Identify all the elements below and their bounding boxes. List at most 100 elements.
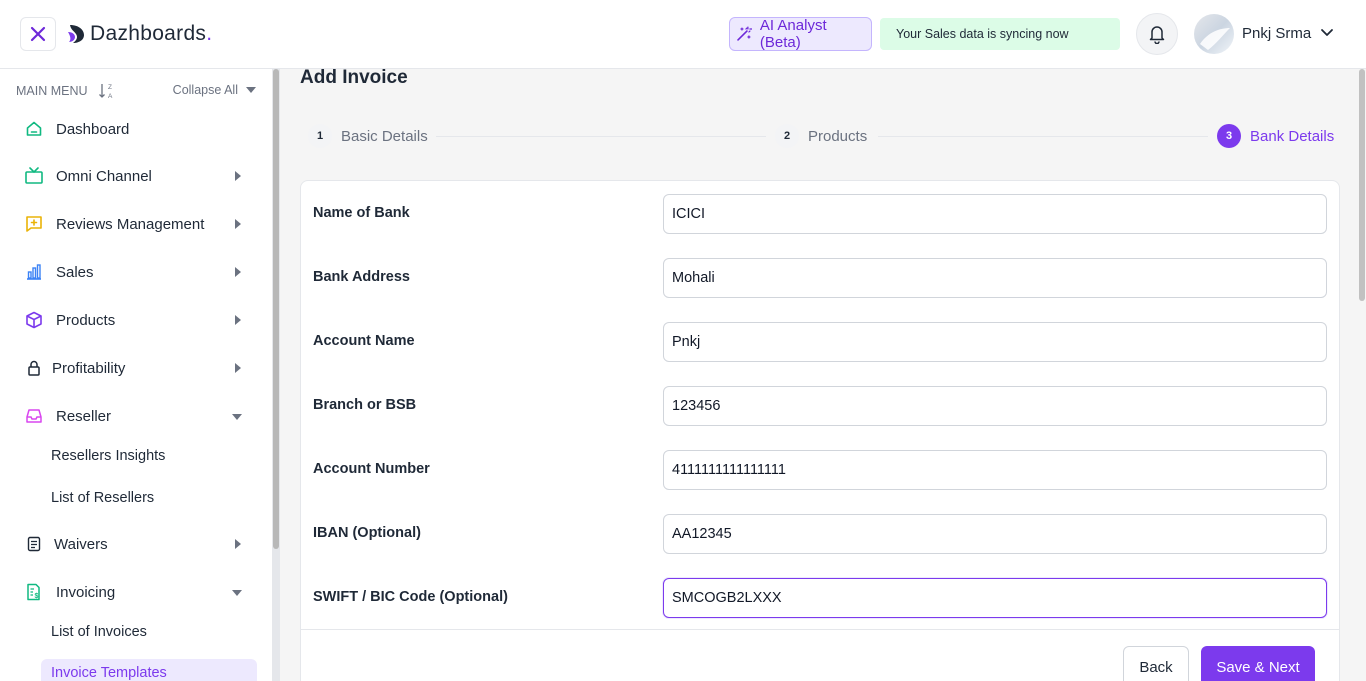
box-icon: [22, 308, 46, 332]
brand-dot: .: [206, 22, 213, 45]
avatar[interactable]: [1194, 14, 1234, 54]
branch-bsb-input[interactable]: [663, 386, 1327, 426]
form-row-branch-bsb: Branch or BSB: [301, 373, 1341, 437]
chevron-down-icon[interactable]: [1320, 26, 1334, 40]
sidebar-subitem-label: Invoice Templates: [51, 665, 167, 681]
back-button[interactable]: Back: [1123, 646, 1189, 681]
sidebar-item-label: Sales: [56, 263, 94, 281]
field-label: Account Number: [313, 461, 430, 477]
sidebar-item-label: Products: [56, 311, 116, 329]
form-row-iban: IBAN (Optional): [301, 501, 1341, 565]
page-scrollbar[interactable]: [1358, 69, 1366, 681]
sidebar-subitem-resellers-insights[interactable]: Resellers Insights: [51, 448, 165, 464]
top-bar: Dazhboards. AI Analyst (Beta) Your Sales…: [0, 0, 1366, 69]
step-number: 1: [308, 124, 332, 148]
bank-details-form: Name of Bank Bank Address Account Name B…: [300, 180, 1340, 681]
caret-down-icon: [232, 590, 242, 596]
close-icon: [30, 26, 46, 42]
sidebar-item-label: Profitability: [52, 359, 126, 377]
tv-icon: [22, 164, 46, 188]
inbox-icon: [22, 404, 46, 428]
sidebar-item-products[interactable]: Products: [16, 300, 256, 340]
step-label: Products: [808, 127, 868, 145]
caret-right-icon: [235, 315, 241, 325]
document-icon: [22, 532, 46, 556]
collapse-all-label: Collapse All: [172, 83, 238, 97]
logo-icon: [68, 25, 84, 43]
main-menu-label: MAIN MENU: [16, 84, 88, 98]
notifications-button[interactable]: [1136, 13, 1178, 55]
sidebar-item-label: Reseller: [56, 407, 112, 425]
user-name[interactable]: Pnkj Srma: [1242, 25, 1311, 42]
step-label: Bank Details: [1250, 127, 1335, 145]
sidebar-item-sales[interactable]: Sales: [16, 252, 256, 292]
bank-name-input[interactable]: [663, 194, 1327, 234]
svg-text:A: A: [108, 93, 113, 100]
caret-down-icon: [232, 414, 242, 420]
svg-text:Z: Z: [108, 84, 112, 91]
sidebar-item-label: Waivers: [54, 535, 108, 553]
swift-bic-input[interactable]: [663, 578, 1327, 618]
home-icon: [22, 117, 46, 141]
sidebar-item-label: Reviews Management: [56, 215, 205, 233]
caret-right-icon: [235, 267, 241, 277]
iban-input[interactable]: [663, 514, 1327, 554]
caret-right-icon: [235, 539, 241, 549]
sidebar-subitem-invoice-templates[interactable]: Invoice Templates: [41, 659, 257, 681]
form-row-swift-bic: SWIFT / BIC Code (Optional): [301, 565, 1341, 629]
form-row-bank-name: Name of Bank: [301, 181, 1341, 245]
sidebar-item-reseller[interactable]: Reseller: [16, 396, 256, 436]
sidebar-subitem-list-of-invoices[interactable]: List of Invoices: [51, 624, 147, 640]
field-label: Name of Bank: [313, 205, 410, 221]
sidebar: MAIN MENU ZA Collapse All Dashboard Omni…: [0, 69, 272, 681]
sidebar-scrollbar-thumb[interactable]: [273, 69, 279, 549]
field-label: SWIFT / BIC Code (Optional): [313, 589, 508, 605]
save-next-button[interactable]: Save & Next: [1201, 646, 1315, 681]
step-number: 3: [1217, 124, 1241, 148]
field-label: Account Name: [313, 333, 415, 349]
lock-icon: [22, 356, 46, 380]
caret-down-icon: [246, 87, 256, 93]
stepper-connector: [878, 136, 1208, 137]
close-sidebar-button[interactable]: [20, 17, 56, 51]
collapse-all-button[interactable]: Collapse All: [173, 83, 256, 97]
ai-analyst-label: AI Analyst (Beta): [759, 17, 827, 51]
account-name-input[interactable]: [663, 322, 1327, 362]
brand-logo[interactable]: Dazhboards.: [66, 22, 212, 46]
bank-address-input[interactable]: [663, 258, 1327, 298]
form-row-account-number: Account Number: [301, 437, 1341, 501]
sidebar-item-dashboard[interactable]: Dashboard: [16, 109, 256, 149]
page-title: Add Invoice: [300, 67, 408, 88]
caret-right-icon: [235, 219, 241, 229]
sidebar-item-invoicing[interactable]: $ Invoicing: [16, 572, 256, 612]
account-number-input[interactable]: [663, 450, 1327, 490]
step-number: 2: [775, 124, 799, 148]
field-label: Bank Address: [313, 269, 410, 285]
stepper-connector: [436, 136, 766, 137]
sidebar-subitem-list-of-resellers[interactable]: List of Resellers: [51, 490, 154, 506]
form-row-account-name: Account Name: [301, 309, 1341, 373]
magic-wand-icon: [737, 26, 752, 41]
caret-right-icon: [235, 171, 241, 181]
page-scrollbar-thumb[interactable]: [1359, 69, 1365, 301]
form-divider: [301, 629, 1339, 630]
bar-chart-icon: [22, 260, 46, 284]
sidebar-item-label: Dashboard: [56, 120, 130, 138]
sidebar-item-reviews-management[interactable]: Reviews Management: [16, 204, 256, 244]
sidebar-item-omni-channel[interactable]: Omni Channel: [16, 156, 256, 196]
brand-name: Dazhboards: [90, 22, 207, 45]
step-label: Basic Details: [341, 127, 428, 145]
sync-status-text: Your Sales data is syncing now: [896, 27, 1069, 41]
ai-analyst-button[interactable]: AI Analyst (Beta): [729, 17, 872, 51]
svg-text:$: $: [35, 593, 39, 600]
step-bank-details[interactable]: 3 Bank Details: [1217, 124, 1334, 148]
sidebar-item-profitability[interactable]: Profitability: [16, 348, 256, 388]
sort-az-icon[interactable]: ZA: [98, 82, 116, 100]
step-products[interactable]: 2 Products: [775, 124, 867, 148]
field-label: Branch or BSB: [313, 397, 417, 413]
sidebar-item-waivers[interactable]: Waivers: [16, 524, 256, 564]
invoice-icon: $: [22, 580, 46, 604]
step-basic-details[interactable]: 1 Basic Details: [308, 124, 428, 148]
sidebar-item-label: Omni Channel: [56, 167, 152, 185]
sidebar-scrollbar[interactable]: [272, 69, 280, 681]
